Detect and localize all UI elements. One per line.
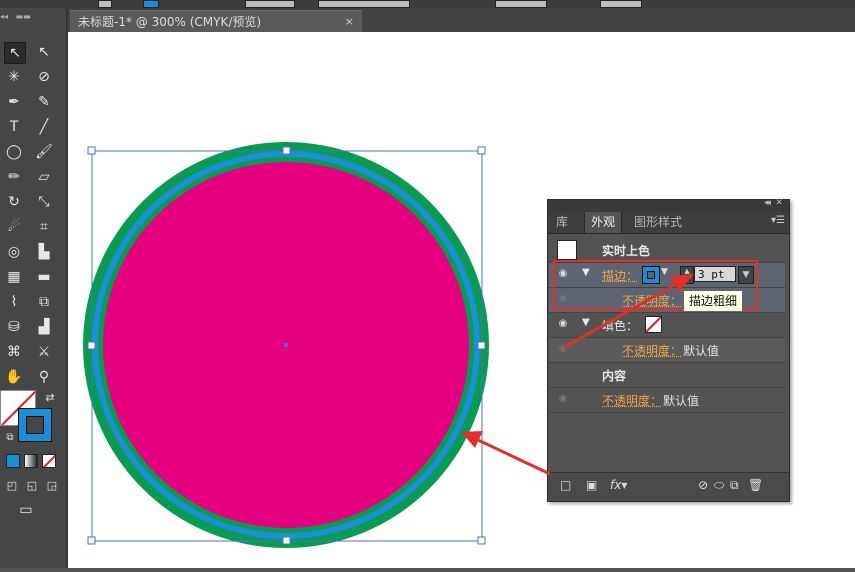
annotation-arrow-to-stroke-weight	[562, 281, 679, 350]
annotation-arrowhead	[670, 274, 694, 292]
annotation-arrows	[461, 274, 694, 476]
annotation-arrow-to-ring	[477, 438, 551, 476]
